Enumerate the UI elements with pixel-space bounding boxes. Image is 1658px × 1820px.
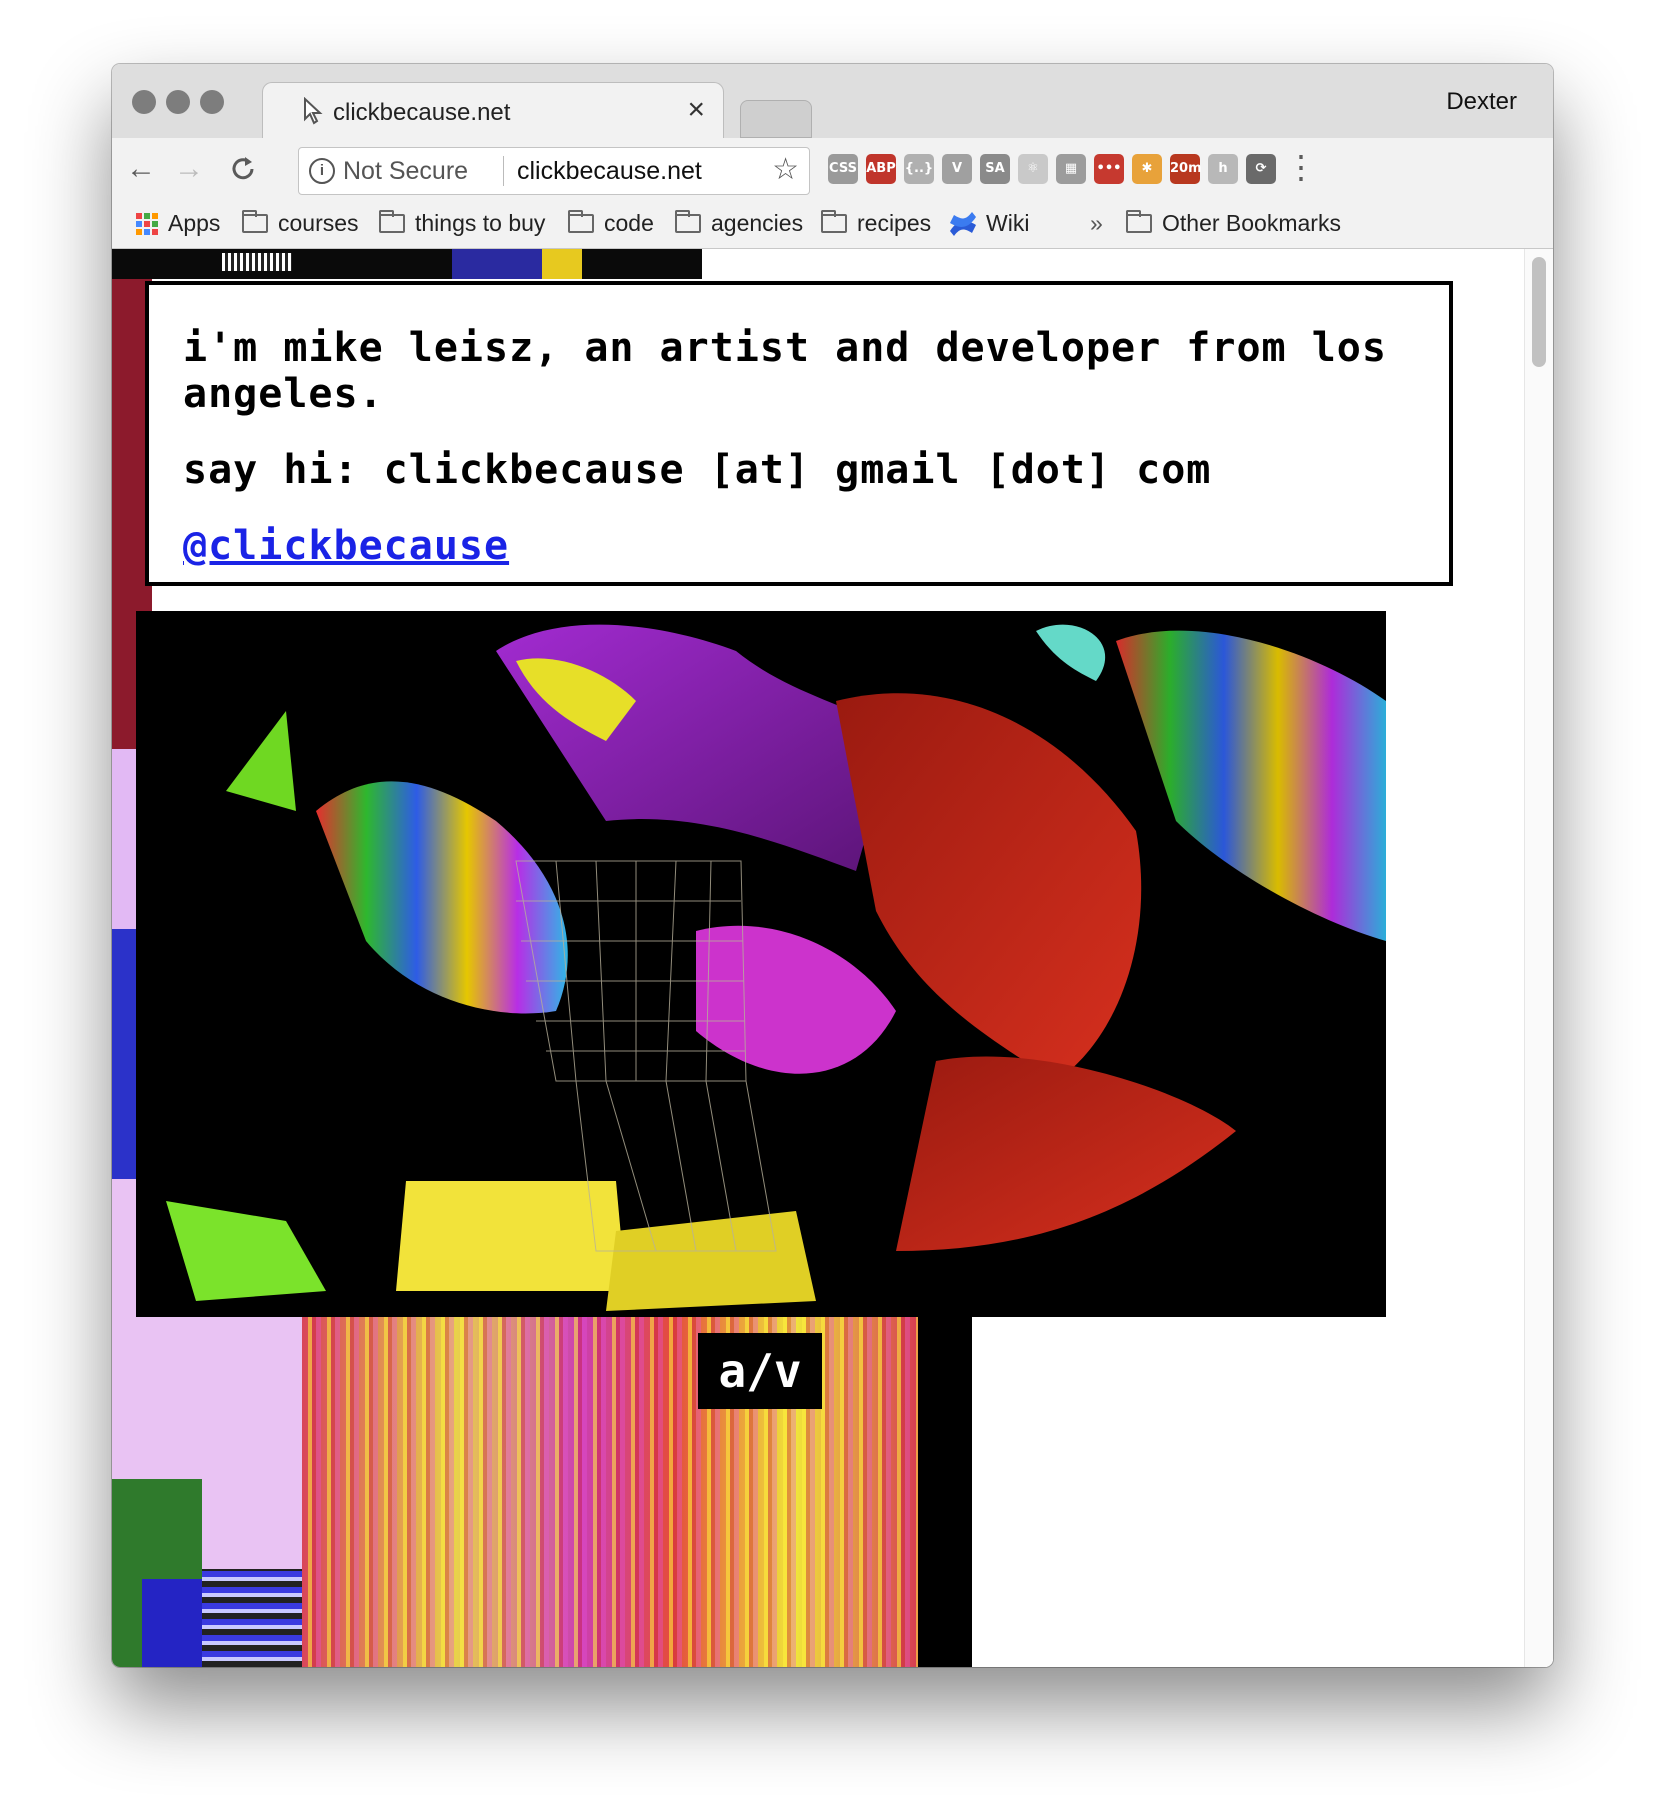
browser-window: clickbecause.net × Dexter ← → i Not Secu…: [112, 64, 1553, 1667]
contact-email-text: say hi: clickbecause [at] gmail [dot] co…: [183, 447, 1212, 493]
title-bar: clickbecause.net × Dexter: [112, 64, 1553, 140]
address-bar[interactable]: i Not Secure clickbecause.net ☆: [298, 147, 810, 195]
bookmark-folder-other-bookmarks[interactable]: Other Bookmarks: [1126, 210, 1341, 237]
adblock-plus-icon[interactable]: ABP: [866, 154, 896, 184]
bookmark-label: recipes: [857, 210, 932, 236]
folder-icon: [675, 210, 701, 233]
folder-icon: [1126, 210, 1152, 233]
reload-icon[interactable]: [226, 154, 260, 184]
vue-devtools-icon[interactable]: V: [942, 154, 972, 184]
lastpass-icon[interactable]: •••: [1094, 154, 1124, 184]
bookmark-label: Apps: [168, 210, 221, 236]
sync-icon[interactable]: ⟳: [1246, 154, 1276, 184]
folder-icon: [568, 210, 594, 233]
bookmark-folder-agencies[interactable]: agencies: [675, 210, 803, 237]
tab-title: clickbecause.net: [333, 99, 511, 126]
bookmark-folder-courses[interactable]: courses: [242, 210, 359, 237]
chrome-menu-icon[interactable]: ⋮: [1284, 148, 1318, 186]
bookmark-apps[interactable]: Apps: [136, 210, 220, 237]
intro-card: i'm mike leisz, an artist and developer …: [145, 281, 1453, 586]
url-text[interactable]: clickbecause.net: [517, 157, 702, 186]
confluence-icon: [950, 211, 976, 236]
profile-name[interactable]: Dexter: [1446, 88, 1517, 116]
sa-extension-icon[interactable]: SA: [980, 154, 1010, 184]
zoom-window-button[interactable]: [200, 90, 224, 114]
folder-icon: [821, 210, 847, 233]
bookmark-star-icon[interactable]: ☆: [772, 152, 799, 187]
bookmark-folder-recipes[interactable]: recipes: [821, 210, 931, 237]
artwork-render: [136, 611, 1386, 1317]
bookmarks-bar: Apps courses things to buy code agencies…: [112, 200, 1553, 249]
bookmark-label: things to buy: [415, 210, 546, 236]
info-icon[interactable]: i: [309, 158, 335, 184]
bookmark-label: Wiki: [986, 210, 1030, 236]
featured-artwork-3d[interactable]: [136, 611, 1386, 1317]
json-formatter-icon[interactable]: {..}: [904, 154, 934, 184]
pinwheel-icon[interactable]: ✱: [1132, 154, 1162, 184]
folder-icon: [379, 210, 405, 233]
twitter-link[interactable]: @clickbecause: [183, 523, 509, 569]
bookmark-label: code: [604, 210, 654, 236]
glitch-stripes: [302, 1317, 918, 1667]
bookmark-label: agencies: [711, 210, 804, 236]
css-viewer-icon[interactable]: CSS: [828, 154, 858, 184]
bookmark-wiki[interactable]: Wiki: [948, 210, 1029, 237]
timer-icon[interactable]: 20m: [1170, 154, 1202, 184]
page-viewport[interactable]: i'm mike leisz, an artist and developer …: [112, 249, 1553, 1667]
bookmark-label: Other Bookmarks: [1162, 210, 1341, 236]
artwork-divider: [918, 1317, 972, 1667]
bookmark-folder-code[interactable]: code: [568, 210, 654, 237]
bookmarks-overflow-chevron[interactable]: »: [1090, 210, 1103, 237]
security-label[interactable]: Not Secure: [343, 157, 468, 186]
bookmark-label: courses: [278, 210, 359, 236]
back-button[interactable]: ←: [124, 152, 158, 186]
omnibox-divider: [503, 156, 504, 186]
folder-icon: [242, 210, 268, 233]
cursor-icon: [304, 97, 323, 125]
close-window-button[interactable]: [132, 90, 156, 114]
secondary-artwork-glitch[interactable]: [302, 1317, 918, 1667]
vertical-scrollbar[interactable]: [1524, 249, 1553, 1667]
toolbar: ← → i Not Secure clickbecause.net ☆ CSS A…: [112, 138, 1553, 200]
av-section-label[interactable]: a/v: [698, 1333, 822, 1409]
apps-grid-icon: [136, 212, 158, 235]
react-devtools-icon[interactable]: ⚛: [1018, 154, 1048, 184]
forward-button[interactable]: →: [172, 152, 206, 186]
tab-close-button[interactable]: ×: [687, 93, 705, 127]
hypothesis-icon[interactable]: h: [1208, 154, 1238, 184]
new-tab-button[interactable]: [740, 100, 812, 138]
page-ruler-icon[interactable]: ▦: [1056, 154, 1086, 184]
minimize-window-button[interactable]: [166, 90, 190, 114]
bookmark-folder-things-to-buy[interactable]: things to buy: [379, 210, 545, 237]
intro-bio: i'm mike leisz, an artist and developer …: [183, 325, 1387, 417]
scrollbar-thumb[interactable]: [1532, 257, 1546, 367]
tab-clickbecause[interactable]: clickbecause.net ×: [262, 82, 724, 140]
